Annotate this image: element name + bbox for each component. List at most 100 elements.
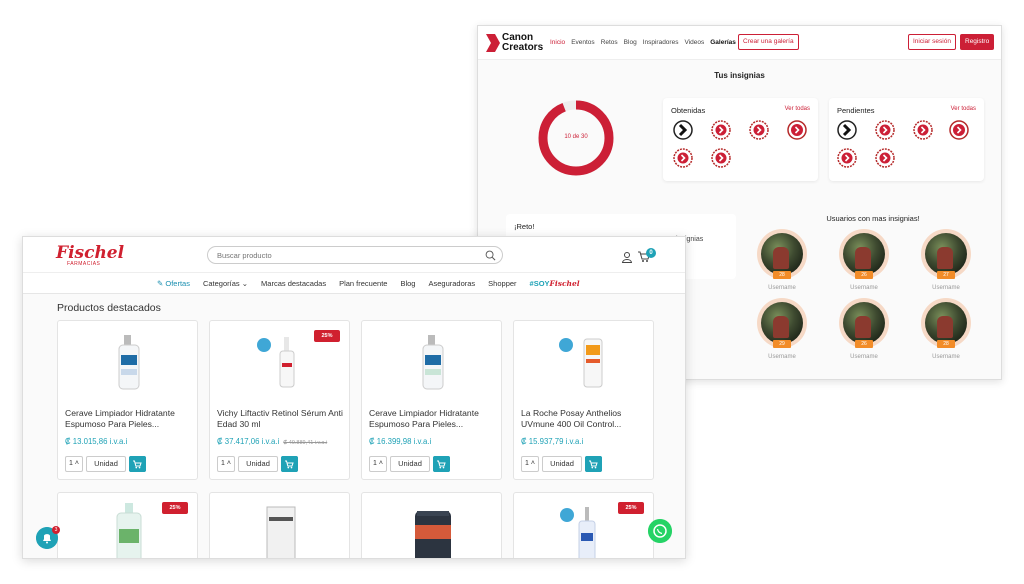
unit-selector[interactable]: Unidad <box>86 456 126 472</box>
badge-gear-icon[interactable] <box>711 148 731 168</box>
menu-frequent-plan[interactable]: Plan frecuente <box>339 279 387 288</box>
score-badge: 29 <box>773 340 791 348</box>
badge-gear-icon[interactable] <box>837 148 857 168</box>
menu-shopper[interactable]: Shopper <box>488 279 516 288</box>
nav-blog[interactable]: Blog <box>624 39 637 46</box>
product-image[interactable] <box>255 499 307 559</box>
add-to-cart-button[interactable] <box>129 456 146 472</box>
fischel-logo[interactable]: Fischel <box>56 243 124 263</box>
canon-logo-icon[interactable] <box>486 34 500 52</box>
product-card[interactable]: 25% <box>513 492 654 559</box>
product-image[interactable] <box>94 331 164 395</box>
add-to-cart-button[interactable] <box>585 456 602 472</box>
top-user-card[interactable]: 28 Username <box>921 298 971 368</box>
nav-inicio[interactable]: Inicio <box>550 39 565 46</box>
product-card[interactable]: 25% Vichy Liftactiv Retinol Sérum Anti E… <box>209 320 350 480</box>
search-input[interactable] <box>217 250 477 261</box>
menu-soy-fischel[interactable]: #SOYFischel <box>530 279 580 288</box>
canon-logo[interactable]: Canon Creators <box>502 33 543 53</box>
progress-label: 10 de 30 <box>564 134 588 140</box>
product-image[interactable] <box>398 331 468 395</box>
score-badge: 28 <box>773 271 791 279</box>
product-price: ₡ 37.417,06 i.v.a.i ₡ 49.889,41 i.v.a.i <box>217 437 327 446</box>
product-card[interactable]: Cerave Limpiador Hidratante Espumoso Par… <box>57 320 198 480</box>
product-image[interactable] <box>550 331 620 395</box>
quantity-selector[interactable]: 1 ˄ <box>65 456 83 472</box>
product-name[interactable]: La Roche Posay Anthelios UVmune 400 Oil … <box>521 408 649 430</box>
nav-videos[interactable]: Videos <box>684 39 704 46</box>
logo-line-2: Creators <box>502 42 544 53</box>
username: Username <box>932 354 960 360</box>
product-card[interactable]: La Roche Posay Anthelios UVmune 400 Oil … <box>513 320 654 480</box>
nav-retos[interactable]: Retos <box>601 39 618 46</box>
menu-blog[interactable]: Blog <box>400 279 415 288</box>
price-original: ₡ 49.889,41 i.v.a.i <box>283 440 328 446</box>
top-user-card[interactable]: 26 Username <box>839 229 889 299</box>
avatar <box>925 302 967 344</box>
product-image[interactable] <box>559 499 611 559</box>
cart-count-badge: 0 <box>646 248 656 258</box>
product-image[interactable] <box>407 499 459 559</box>
menu-insurers[interactable]: Aseguradoras <box>428 279 475 288</box>
add-to-cart-button[interactable] <box>281 456 298 472</box>
unit-selector[interactable]: Unidad <box>390 456 430 472</box>
fischel-main-menu: ✎ Ofertas Categorías ⌄ Marcas destacadas… <box>23 272 685 294</box>
search-bar[interactable] <box>207 246 503 264</box>
product-card[interactable] <box>209 492 350 559</box>
product-card[interactable] <box>361 492 502 559</box>
top-users-title: Usuarios con mas insignias! <box>826 214 920 223</box>
product-image[interactable] <box>103 499 155 559</box>
earned-badges-card: Obtenidas Ver todas <box>663 98 818 181</box>
unit-selector[interactable]: Unidad <box>238 456 278 472</box>
top-user-card[interactable]: 26 Username <box>839 298 889 368</box>
quantity-selector[interactable]: 1 ˄ <box>521 456 539 472</box>
badge-gear-icon[interactable] <box>673 148 693 168</box>
nav-inspiradores[interactable]: Inspiradores <box>643 39 679 46</box>
badge-gear-icon[interactable] <box>875 148 895 168</box>
score-badge: 28 <box>937 340 955 348</box>
pending-see-all-link[interactable]: Ver todas <box>951 106 976 112</box>
product-image[interactable] <box>246 331 316 395</box>
nav-eventos[interactable]: Eventos <box>571 39 595 46</box>
product-card[interactable]: Cerave Limpiador Hidratante Espumoso Par… <box>361 320 502 480</box>
badge-gear-icon[interactable] <box>913 120 933 140</box>
soy-prefix: #SOY <box>529 279 550 288</box>
featured-products-heading: Productos destacados <box>57 302 161 314</box>
price-current: ₡ 13.015,86 i.v.a.i <box>65 437 128 446</box>
quantity-selector[interactable]: 1 ˄ <box>369 456 387 472</box>
badge-ring-icon[interactable] <box>949 120 969 140</box>
chevron-up-icon: ˄ <box>72 460 79 467</box>
create-gallery-button[interactable]: Crear una galería <box>738 34 799 50</box>
quantity-selector[interactable]: 1 ˄ <box>217 456 235 472</box>
username: Username <box>850 354 878 360</box>
nav-galerias[interactable]: Galerías <box>710 39 736 46</box>
add-to-cart-button[interactable] <box>433 456 450 472</box>
badge-gear-icon[interactable] <box>875 120 895 140</box>
badge-ring-icon[interactable] <box>787 120 807 140</box>
username: Username <box>850 285 878 291</box>
avatar <box>925 233 967 275</box>
menu-featured-brands[interactable]: Marcas destacadas <box>261 279 326 288</box>
menu-categories[interactable]: Categorías ⌄ <box>203 279 248 288</box>
login-button[interactable]: Iniciar sesión <box>908 34 956 50</box>
top-user-card[interactable]: 27 Username <box>921 229 971 299</box>
product-name[interactable]: Vichy Liftactiv Retinol Sérum Anti Edad … <box>217 408 345 430</box>
user-icon[interactable] <box>621 251 633 263</box>
top-user-card[interactable]: 28 Username <box>757 229 807 299</box>
score-badge: 26 <box>855 340 873 348</box>
product-card[interactable]: 25% <box>57 492 198 559</box>
search-icon[interactable] <box>485 250 496 261</box>
earned-see-all-link[interactable]: Ver todas <box>785 106 810 112</box>
top-user-card[interactable]: 29 Username <box>757 298 807 368</box>
unit-selector[interactable]: Unidad <box>542 456 582 472</box>
badge-gear-icon[interactable] <box>711 120 731 140</box>
register-button[interactable]: Registro <box>960 34 995 50</box>
avatar <box>761 302 803 344</box>
whatsapp-icon[interactable] <box>648 519 672 543</box>
badge-chevron-icon[interactable] <box>673 120 693 140</box>
menu-offers[interactable]: ✎ Ofertas <box>157 279 190 288</box>
badge-gear-icon[interactable] <box>749 120 769 140</box>
product-name[interactable]: Cerave Limpiador Hidratante Espumoso Par… <box>65 408 193 430</box>
badge-chevron-icon[interactable] <box>837 120 857 140</box>
product-name[interactable]: Cerave Limpiador Hidratante Espumoso Par… <box>369 408 497 430</box>
